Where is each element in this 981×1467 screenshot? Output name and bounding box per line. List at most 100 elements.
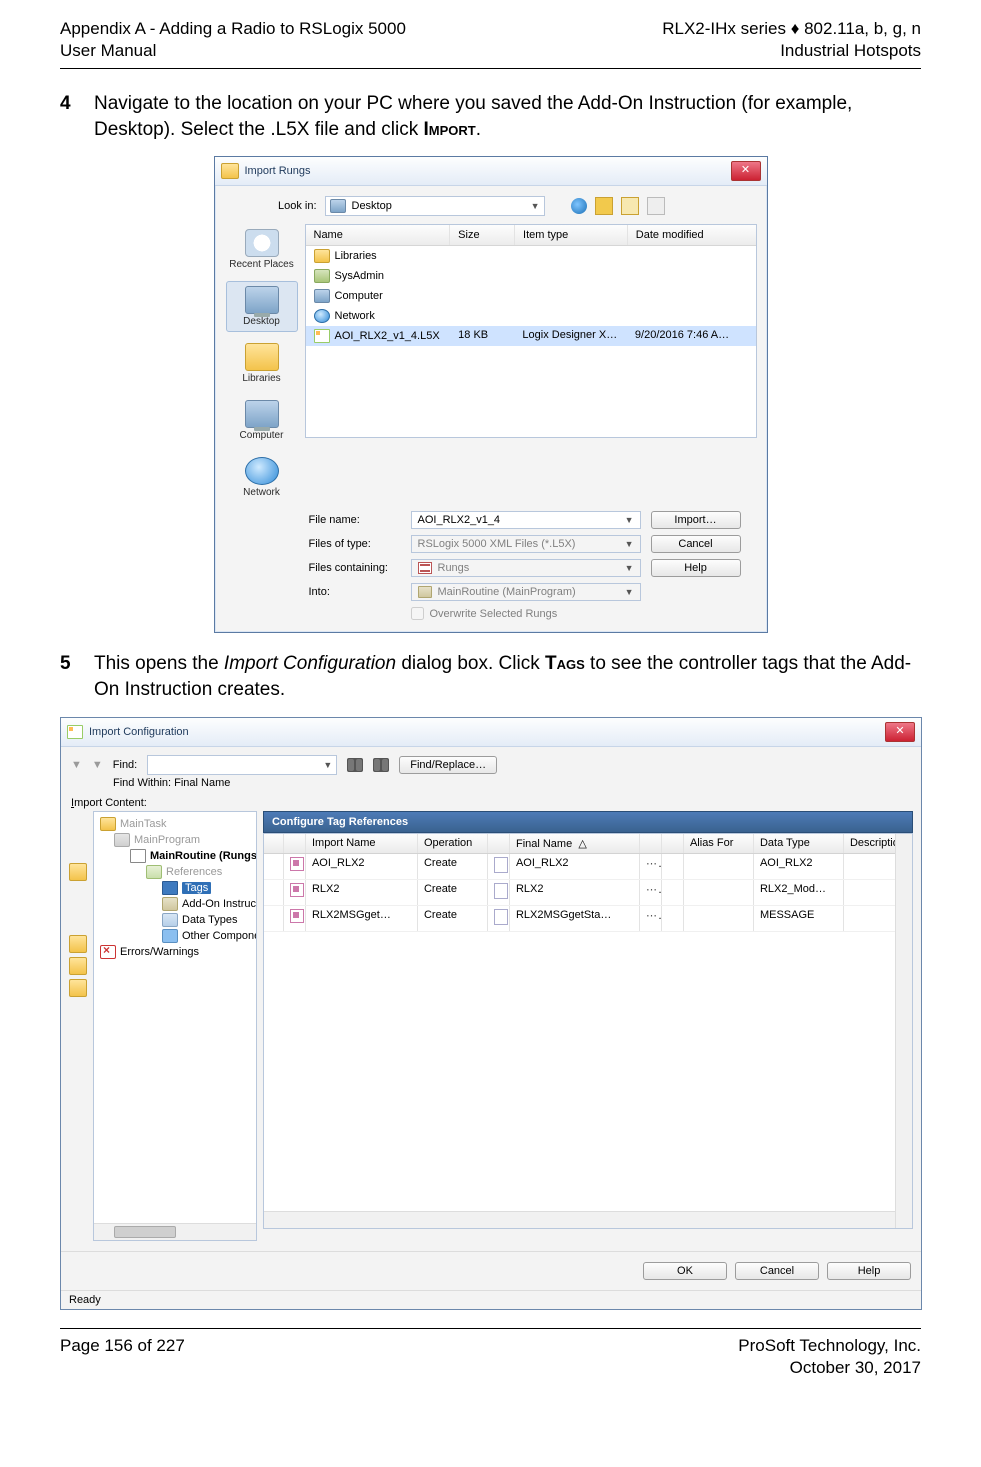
close-button[interactable]: ✕ xyxy=(885,722,915,742)
ellipsis-button[interactable]: ⋯ xyxy=(646,884,662,896)
tag-row[interactable]: RLX2MSGget…CreateRLX2MSGgetSta…⋯MESSAGE xyxy=(264,906,912,932)
file-list-header: Name Size Item type Date modified xyxy=(306,225,756,246)
import-content-label: Import Content: xyxy=(61,795,921,811)
tree-horizontal-scrollbar[interactable] xyxy=(94,1223,256,1240)
tree-errors[interactable]: Errors/Warnings xyxy=(120,946,199,958)
step-4-number: 4 xyxy=(60,91,94,142)
help-button[interactable]: Help xyxy=(827,1262,911,1280)
file-row[interactable]: SysAdmin xyxy=(306,266,756,286)
nav-new-folder-icon[interactable] xyxy=(621,197,639,215)
cancel-button[interactable]: Cancel xyxy=(651,535,741,553)
filename-value: AOI_RLX2_v1_4 xyxy=(418,514,501,526)
col-operation[interactable]: Operation xyxy=(418,834,488,853)
cancel-button[interactable]: Cancel xyxy=(735,1262,819,1280)
dialog2-titlebar: Import Configuration ✕ xyxy=(61,718,921,747)
cell-import-name: AOI_RLX2 xyxy=(306,854,418,879)
overwrite-checkbox[interactable]: Overwrite Selected Rungs xyxy=(411,607,641,620)
step-5-text-italic: Import Configuration xyxy=(224,653,396,674)
col-import-name[interactable]: Import Name xyxy=(306,834,418,853)
place-recent[interactable]: Recent Places xyxy=(226,224,298,275)
nav-back-icon[interactable] xyxy=(571,198,587,214)
place-computer[interactable]: Computer xyxy=(226,395,298,446)
program-icon xyxy=(114,833,130,847)
cell-final-name: RLX2 xyxy=(510,880,640,905)
look-in-dropdown[interactable]: Desktop ▼ xyxy=(325,196,545,216)
ok-button[interactable]: OK xyxy=(643,1262,727,1280)
col-date[interactable]: Date modified xyxy=(628,225,756,245)
import-button[interactable]: Import… xyxy=(651,511,741,529)
place-network-label: Network xyxy=(227,487,297,498)
tag-row[interactable]: AOI_RLX2CreateAOI_RLX2⋯AOI_RLX2 xyxy=(264,854,912,880)
file-row[interactable]: Libraries xyxy=(306,246,756,266)
flag-icon xyxy=(290,857,304,871)
step-4-text: Navigate to the location on your PC wher… xyxy=(94,91,921,142)
dialog2-title: Import Configuration xyxy=(89,726,189,738)
tree-aoi[interactable]: Add-On Instructions xyxy=(182,898,257,910)
step-4-text-c: . xyxy=(476,119,481,140)
filescontaining-field: Rungs ▼ xyxy=(411,559,641,577)
ellipsis-button[interactable]: ⋯ xyxy=(646,910,662,922)
nav-up-icon[interactable] xyxy=(595,197,613,215)
tree-maintask[interactable]: MainTask xyxy=(120,818,166,830)
find-input[interactable]: ▼ xyxy=(147,755,337,775)
col-datatype[interactable]: Data Type xyxy=(754,834,844,853)
file-row[interactable]: Network xyxy=(306,306,756,326)
nav-view-icon[interactable] xyxy=(647,197,665,215)
filescontaining-label: Files containing: xyxy=(309,562,401,574)
help-button[interactable]: Help xyxy=(651,559,741,577)
tree-mainroutine[interactable]: MainRoutine (Rungs) xyxy=(150,850,257,862)
filetype-field: RSLogix 5000 XML Files (*.L5X) ▼ xyxy=(411,535,641,553)
tree-references[interactable]: References xyxy=(166,866,222,878)
flag-icon xyxy=(290,883,304,897)
page-icon xyxy=(494,857,508,873)
file-row[interactable]: AOI_RLX2_v1_4.L5X18 KBLogix Designer X…9… xyxy=(306,326,756,346)
import-rungs-dialog: Import Rungs ✕ Look in: Desktop ▼ xyxy=(214,156,768,633)
header-left-line1: Appendix A - Adding a Radio to RSLogix 5… xyxy=(60,18,406,40)
overwrite-checkbox-input[interactable] xyxy=(411,607,424,620)
cell-datatype: AOI_RLX2 xyxy=(754,854,844,879)
flag-icon xyxy=(290,909,304,923)
tag-grid-header: Import Name Operation Final Name △ Alias… xyxy=(264,834,912,854)
binoculars-icon[interactable] xyxy=(347,758,363,772)
col-name[interactable]: Name xyxy=(306,225,451,245)
dialog-title: Import Rungs xyxy=(245,165,311,177)
filename-field[interactable]: AOI_RLX2_v1_4 ▼ xyxy=(411,511,641,529)
cell-operation: Create xyxy=(418,854,488,879)
file-row[interactable]: Computer xyxy=(306,286,756,306)
cell-alias xyxy=(684,854,754,879)
col-alias[interactable]: Alias For xyxy=(684,834,754,853)
find-prev-icon: ▼ xyxy=(71,759,82,771)
import-content-tree[interactable]: MainTask MainProgram MainRoutine (Rungs)… xyxy=(93,811,257,1241)
tree-tags[interactable]: Tags xyxy=(182,882,211,894)
file-list[interactable]: Name Size Item type Date modified Librar… xyxy=(305,224,757,438)
tree-mainprogram[interactable]: MainProgram xyxy=(134,834,200,846)
place-desktop[interactable]: Desktop xyxy=(226,281,298,332)
grid-vertical-scrollbar[interactable] xyxy=(895,834,912,1228)
task-icon xyxy=(100,817,116,831)
file-name: SysAdmin xyxy=(335,270,385,282)
cell-alias xyxy=(684,880,754,905)
file-size xyxy=(450,286,514,306)
col-size[interactable]: Size xyxy=(450,225,515,245)
look-in-value: Desktop xyxy=(352,200,392,212)
tree-other[interactable]: Other Components xyxy=(182,930,257,942)
place-libraries[interactable]: Libraries xyxy=(226,338,298,389)
file-icon xyxy=(314,249,330,263)
tree-datatypes[interactable]: Data Types xyxy=(182,914,237,926)
file-date: 9/20/2016 7:46 A… xyxy=(627,326,756,346)
step-5-text-c: dialog box. Click xyxy=(396,653,545,674)
grid-horizontal-scrollbar[interactable] xyxy=(264,1211,896,1228)
file-size xyxy=(450,246,514,266)
col-type[interactable]: Item type xyxy=(515,225,628,245)
file-icon xyxy=(314,289,330,303)
ellipsis-button[interactable]: ⋯ xyxy=(646,858,662,870)
tag-row[interactable]: RLX2CreateRLX2⋯RLX2_Mod… xyxy=(264,880,912,906)
step-4-import-word: Import xyxy=(424,119,476,140)
place-network[interactable]: Network xyxy=(226,452,298,503)
close-button[interactable]: ✕ xyxy=(731,161,761,181)
filescontaining-value: Rungs xyxy=(438,562,470,574)
find-replace-button[interactable]: Find/Replace… xyxy=(399,756,497,774)
tag-grid[interactable]: Import Name Operation Final Name △ Alias… xyxy=(263,833,913,1229)
binoculars-icon[interactable] xyxy=(373,758,389,772)
col-final-name[interactable]: Final Name △ xyxy=(510,834,640,853)
